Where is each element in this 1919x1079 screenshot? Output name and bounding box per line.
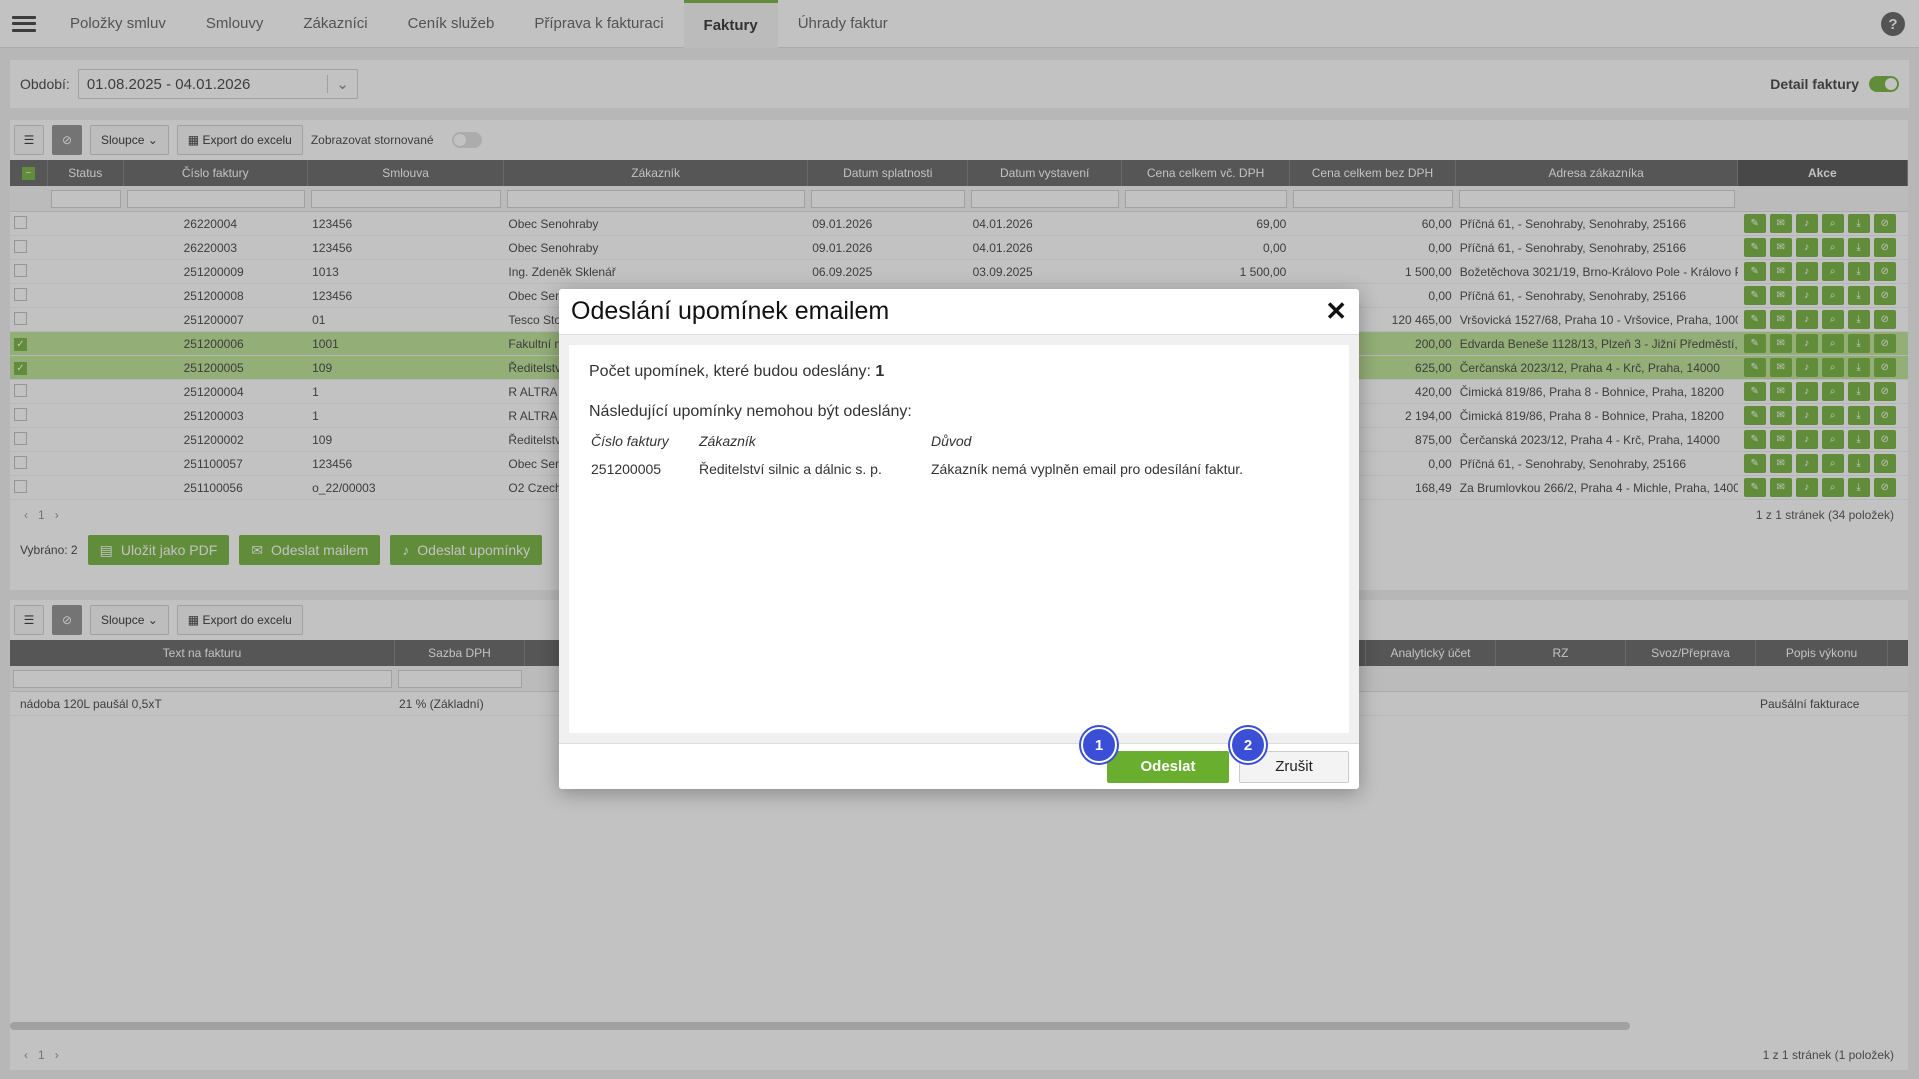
failed-customer: Ředitelství silnic a dálnic s. p. [699, 461, 882, 477]
send-button[interactable]: Odeslat [1107, 750, 1229, 783]
failed-reason: Zákazník nemá vyplněn email pro odesílán… [931, 461, 1244, 477]
failed-invoice: 251200005 [591, 461, 662, 477]
th-customer: Zákazník [699, 433, 756, 449]
failed-reminders-table: Číslo faktury Zákazník Důvod 251200005 Ř… [589, 429, 1329, 485]
cannot-send-label: Následující upomínky nemohou být odeslán… [589, 403, 912, 420]
count-label: Počet upomínek, které budou odeslány: [589, 363, 871, 380]
reminder-modal: Odeslání upomínek emailem ✕ Počet upomín… [559, 289, 1359, 789]
modal-body: Počet upomínek, které budou odeslány: 1 … [569, 345, 1349, 733]
modal-header: Odeslání upomínek emailem ✕ [559, 289, 1359, 335]
reminder-count-line: Počet upomínek, které budou odeslány: 1 [589, 363, 1329, 381]
failed-row: 251200005 Ředitelství silnic a dálnic s.… [589, 453, 1329, 485]
close-icon[interactable]: ✕ [1325, 296, 1347, 327]
modal-title: Odeslání upomínek emailem [571, 297, 890, 325]
th-invoice: Číslo faktury [591, 433, 669, 449]
count-value: 1 [875, 363, 885, 380]
annotation-badge-1: 1 [1081, 727, 1117, 763]
th-reason: Důvod [931, 433, 972, 449]
annotation-badge-2: 2 [1230, 727, 1266, 763]
